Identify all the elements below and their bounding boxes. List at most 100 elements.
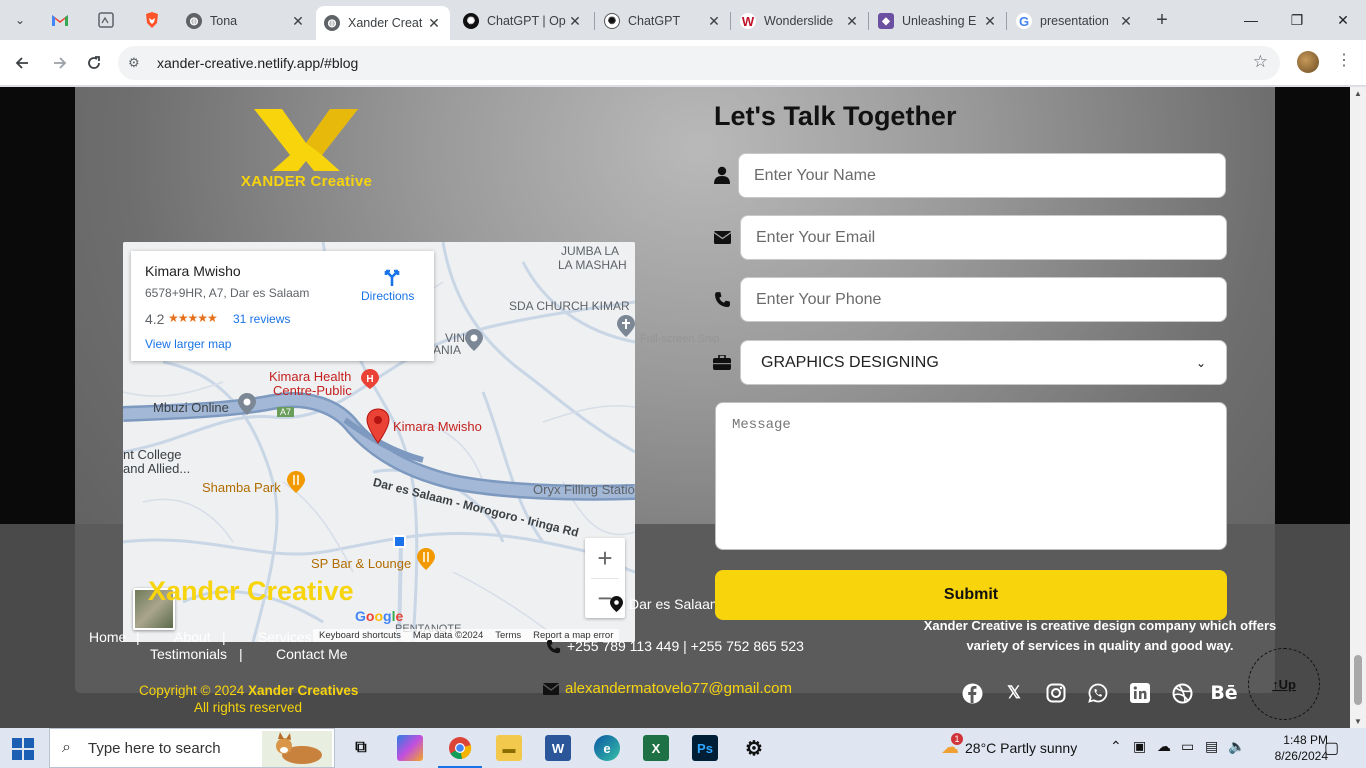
meet-now-icon[interactable]: ▣ xyxy=(1133,738,1146,755)
copilot-icon[interactable] xyxy=(397,735,423,761)
chrome-icon[interactable] xyxy=(447,735,473,761)
address-bar[interactable]: ⚙ xander-creative.netlify.app/#blog ☆ xyxy=(118,46,1280,80)
tab-xander-creative[interactable]: ◍ Xander Creat ✕ xyxy=(316,6,450,40)
task-view-icon[interactable]: ⧉ xyxy=(348,735,374,761)
word-icon[interactable]: W xyxy=(545,735,571,761)
tab-search-button[interactable]: ⌄ xyxy=(8,8,32,32)
profile-avatar[interactable] xyxy=(1297,51,1319,73)
directions-icon[interactable] xyxy=(380,264,404,288)
reviews-link[interactable]: 31 reviews xyxy=(233,312,290,326)
instagram-icon[interactable] xyxy=(1044,681,1068,705)
footer-link-contact[interactable]: Contact Me xyxy=(276,646,348,662)
restaurant-pin-icon[interactable] xyxy=(286,470,306,494)
keyboard-shortcuts-link[interactable]: Keyboard shortcuts xyxy=(319,630,401,641)
pinned-tab-gmail[interactable] xyxy=(46,8,74,32)
tab-presentation[interactable]: G presentation ✕ xyxy=(1008,6,1142,36)
footer-link-services[interactable]: Services xyxy=(258,629,312,645)
tab-unleashing[interactable]: ◆ Unleashing E ✕ xyxy=(870,6,1006,36)
windows-start-icon[interactable] xyxy=(12,738,34,760)
clock-time: 1:48 PM xyxy=(1283,733,1328,747)
close-window-button[interactable]: ✕ xyxy=(1320,6,1366,34)
tab-chatgpt[interactable]: ✺ ChatGPT ✕ xyxy=(596,6,730,36)
name-field[interactable] xyxy=(738,153,1226,198)
map-label: LA MASHAH xyxy=(558,258,627,272)
taskbar-search-box[interactable]: ⌕ Type here to search xyxy=(49,728,335,768)
image-translate-icon xyxy=(98,12,114,28)
new-tab-button[interactable]: + xyxy=(1150,8,1174,32)
facebook-icon[interactable] xyxy=(960,681,984,705)
back-button[interactable] xyxy=(9,50,35,76)
minimize-button[interactable]: — xyxy=(1228,6,1274,34)
taskbar-clock[interactable]: 1:48 PM 8/26/2024 xyxy=(1258,732,1328,764)
close-tab-icon[interactable]: ✕ xyxy=(844,13,860,30)
close-tab-icon[interactable]: ✕ xyxy=(567,13,583,30)
bookmark-star-icon[interactable]: ☆ xyxy=(1253,52,1268,72)
notification-center-icon[interactable]: ▢ xyxy=(1324,738,1339,758)
message-field[interactable] xyxy=(715,402,1227,550)
phone-icon xyxy=(546,639,561,653)
site-info-icon[interactable]: ⚙ xyxy=(128,55,140,71)
page-scrollbar[interactable]: ▲ ▼ xyxy=(1350,87,1366,728)
close-tab-icon[interactable]: ✕ xyxy=(706,13,722,30)
tab-wonderslide[interactable]: W Wonderslide ✕ xyxy=(732,6,868,36)
map-label: Centre-Public xyxy=(273,383,352,398)
close-tab-icon[interactable]: ✕ xyxy=(426,15,442,32)
weather-badge: 1 xyxy=(951,733,963,745)
partly-sunny-icon: ☁ 1 xyxy=(941,733,963,758)
hospital-pin-icon[interactable]: H xyxy=(360,368,380,390)
bus-stop-icon[interactable] xyxy=(393,535,406,548)
terms-link[interactable]: Terms xyxy=(495,630,521,641)
linkedin-icon[interactable] xyxy=(1128,681,1152,705)
pinned-tab-brave[interactable] xyxy=(138,8,166,32)
scrollbar-thumb[interactable] xyxy=(1354,655,1362,705)
close-tab-icon[interactable]: ✕ xyxy=(1118,13,1134,30)
dribbble-icon[interactable] xyxy=(1170,681,1194,705)
directions-link[interactable]: Directions xyxy=(361,289,414,303)
tray-chevron-up-icon[interactable]: ⌃ xyxy=(1110,738,1122,755)
browser-tabstrip: ⌄ ◍ Tona ✕ ◍ Xander Creat ✕ ✺ ChatGPT | … xyxy=(0,0,1366,40)
place-name: Kimara Mwisho xyxy=(145,263,241,279)
church-pin-icon[interactable] xyxy=(616,314,635,338)
view-larger-map-link[interactable]: View larger map xyxy=(145,337,231,351)
restaurant-pin-icon[interactable] xyxy=(416,547,436,571)
email-link[interactable]: alexandermatovelo77@gmail.com xyxy=(565,680,792,697)
tab-chatgpt-op[interactable]: ✺ ChatGPT | Op ✕ xyxy=(455,6,591,36)
scroll-down-arrow-icon[interactable]: ▼ xyxy=(1354,717,1362,726)
battery-icon[interactable]: ▭ xyxy=(1181,738,1194,755)
footer-link-testimonials[interactable]: Testimonials xyxy=(150,646,227,662)
x-twitter-icon[interactable]: 𝕏 xyxy=(1002,681,1026,705)
whatsapp-icon[interactable] xyxy=(1086,681,1110,705)
place-pin-icon[interactable] xyxy=(464,328,484,352)
pinned-tab-translate[interactable] xyxy=(92,8,120,32)
settings-gear-icon[interactable]: ⚙ xyxy=(741,735,767,761)
submit-button[interactable]: Submit xyxy=(715,570,1227,620)
map-marker-icon xyxy=(610,596,623,612)
onedrive-icon[interactable]: ☁ xyxy=(1157,738,1171,755)
weather-widget[interactable]: ☁ 1 28°C Partly sunny xyxy=(941,733,1078,758)
scroll-up-arrow-icon[interactable]: ▲ xyxy=(1354,89,1362,98)
file-explorer-icon[interactable]: ▬ xyxy=(496,735,522,761)
place-pin-icon[interactable] xyxy=(237,392,257,416)
forward-button[interactable] xyxy=(47,50,73,76)
close-tab-icon[interactable]: ✕ xyxy=(290,13,306,30)
behance-icon[interactable]: Bē xyxy=(1210,681,1237,705)
weather-text: 28°C Partly sunny xyxy=(965,739,1078,756)
footer-link-about[interactable]: About xyxy=(174,629,211,645)
location-pin-icon[interactable] xyxy=(366,408,390,444)
network-icon[interactable]: ▤ xyxy=(1205,738,1218,755)
tab-tona[interactable]: ◍ Tona ✕ xyxy=(178,6,314,36)
service-select[interactable]: GRAPHICS DESIGNING ⌄ xyxy=(740,340,1227,385)
browser-menu-icon[interactable]: ⋮ xyxy=(1336,50,1352,70)
zoom-in-button[interactable]: + xyxy=(585,538,625,578)
reload-button[interactable] xyxy=(81,50,107,76)
close-tab-icon[interactable]: ✕ xyxy=(982,13,998,30)
scroll-up-button[interactable]: ↑ Up xyxy=(1248,648,1320,720)
photoshop-icon[interactable]: Ps xyxy=(692,735,718,761)
email-field[interactable] xyxy=(740,215,1227,260)
excel-icon[interactable]: X xyxy=(643,735,669,761)
footer-link-home[interactable]: Home xyxy=(89,629,126,645)
edge-icon[interactable]: e xyxy=(594,735,620,761)
volume-icon[interactable]: 🔈 xyxy=(1228,738,1245,755)
phone-field[interactable] xyxy=(740,277,1227,322)
restore-button[interactable]: ❐ xyxy=(1274,6,1320,34)
